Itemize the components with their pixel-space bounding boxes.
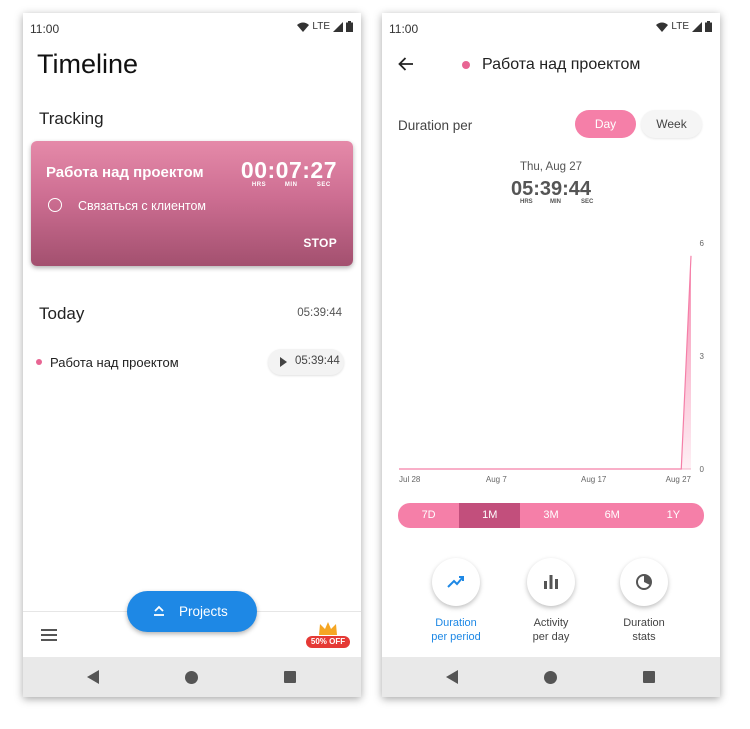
- resume-button[interactable]: 05:39:44: [268, 349, 344, 375]
- label-line-2: per period: [431, 631, 481, 643]
- back-arrow-icon[interactable]: [398, 57, 414, 71]
- entry-time: 05:39:44: [295, 355, 340, 367]
- task-label: Связаться с клиентом: [78, 199, 207, 213]
- nav-recents-icon[interactable]: [284, 671, 296, 683]
- wifi-icon: [656, 22, 669, 32]
- status-time: 11:00: [389, 22, 419, 36]
- tracking-project-name: Работа над проектом: [46, 164, 204, 181]
- stop-button[interactable]: STOP: [303, 236, 337, 250]
- promo-badge[interactable]: 50% OFF: [306, 619, 350, 649]
- projects-label: Projects: [179, 604, 228, 619]
- range-1m[interactable]: 1M: [459, 503, 521, 528]
- series-line: [399, 255, 692, 470]
- project-color-dot: [462, 61, 470, 69]
- range-selector: 7D 1M 3M 6M 1Y: [398, 503, 704, 528]
- nav-home-icon[interactable]: [185, 671, 198, 684]
- x-tick-label: Aug 27: [666, 475, 692, 484]
- button-label: Activity per day: [506, 616, 596, 644]
- x-tick-label: Aug 17: [581, 475, 607, 484]
- network-type: LTE: [312, 21, 330, 32]
- signal-icon: [692, 21, 702, 32]
- nav-recents-icon[interactable]: [643, 671, 655, 683]
- task-checkbox[interactable]: [48, 198, 62, 212]
- project-color-dot: [36, 359, 42, 365]
- unit-sec: SEC: [316, 182, 331, 188]
- unit-min: MIN: [284, 182, 298, 188]
- label-line-2: stats: [632, 631, 656, 643]
- selected-date: Thu, Aug 27: [519, 161, 583, 173]
- y-tick-label: 6: [700, 239, 705, 248]
- toggle-week-button[interactable]: Week: [641, 110, 702, 138]
- nav-back-icon[interactable]: [446, 670, 458, 684]
- tracking-card[interactable]: Работа над проектом 00:07:27 HRS MIN SEC…: [31, 141, 353, 266]
- duration-stats-button[interactable]: Duration stats: [599, 558, 689, 648]
- pie-chart-icon: [636, 574, 652, 590]
- circle-button: [432, 558, 480, 606]
- duration-per-period-button[interactable]: Duration per period: [411, 558, 501, 648]
- project-stats-screen: 11:00 LTE Работа над проектом Duration p…: [382, 13, 720, 697]
- page-title: Timeline: [37, 49, 139, 79]
- timeline-screen: 11:00 LTE Timeline Tracking Работа над п…: [23, 13, 361, 697]
- nav-home-icon[interactable]: [544, 671, 557, 684]
- battery-icon: [705, 21, 712, 32]
- label-line-1: Duration: [435, 617, 477, 629]
- y-tick-label: 0: [700, 465, 705, 474]
- selected-total: 05:39:44 HRS MIN SEC: [382, 178, 720, 207]
- range-3m[interactable]: 3M: [520, 503, 581, 528]
- bar-chart-icon: [544, 575, 558, 589]
- selected-total-value: 05:39:44: [510, 178, 592, 200]
- label-line-1: Activity: [533, 617, 569, 629]
- activity-per-day-button[interactable]: Activity per day: [506, 558, 596, 648]
- nav-back-icon[interactable]: [87, 670, 99, 684]
- x-tick-label: Aug 7: [486, 475, 507, 484]
- today-heading: Today: [39, 304, 85, 323]
- hamburger-icon[interactable]: [41, 629, 57, 641]
- label-line-1: Duration: [623, 617, 665, 629]
- system-nav-bar: [382, 657, 720, 697]
- tracking-heading: Tracking: [39, 109, 104, 128]
- unit-hrs: HRS: [520, 199, 533, 205]
- today-total: 05:39:44: [297, 307, 342, 319]
- play-icon: [280, 357, 287, 367]
- button-label: Duration stats: [599, 616, 689, 644]
- expand-up-icon: [154, 605, 164, 616]
- series-area: [399, 255, 691, 469]
- wifi-icon: [297, 22, 310, 32]
- duration-chart: 0 3 6 Jul 28 Aug 7 Aug 17 Aug 27: [399, 239, 705, 484]
- range-7d[interactable]: 7D: [398, 503, 459, 528]
- tracking-timer: 00:07:27 HRS MIN SEC: [241, 157, 337, 190]
- circle-button: [527, 558, 575, 606]
- promo-label: 50% OFF: [306, 636, 350, 648]
- y-tick-label: 3: [700, 352, 705, 361]
- unit-hrs: HRS: [251, 182, 267, 188]
- circle-button: [620, 558, 668, 606]
- system-nav-bar: [23, 657, 361, 697]
- toggle-day-button[interactable]: Day: [575, 110, 636, 138]
- projects-button[interactable]: Projects: [127, 591, 257, 632]
- trend-up-icon: [447, 576, 464, 588]
- entry-name: Работа над проектом: [50, 355, 179, 370]
- x-tick-label: Jul 28: [399, 475, 421, 484]
- button-label: Duration per period: [411, 616, 501, 644]
- status-bar: 11:00 LTE: [382, 13, 720, 43]
- crown-icon: [319, 622, 337, 635]
- network-type: LTE: [671, 21, 689, 32]
- label-line-2: per day: [532, 631, 570, 643]
- duration-per-label: Duration per: [398, 118, 473, 133]
- unit-sec: SEC: [581, 199, 594, 205]
- status-time: 11:00: [30, 22, 60, 36]
- project-title: Работа над проектом: [482, 56, 641, 73]
- range-6m[interactable]: 6M: [582, 503, 643, 528]
- status-bar: 11:00 LTE: [23, 13, 361, 43]
- unit-min: MIN: [550, 199, 561, 205]
- battery-icon: [346, 21, 353, 32]
- range-1y[interactable]: 1Y: [643, 503, 704, 528]
- signal-icon: [333, 21, 343, 32]
- tracking-timer-value: 00:07:27: [240, 157, 337, 183]
